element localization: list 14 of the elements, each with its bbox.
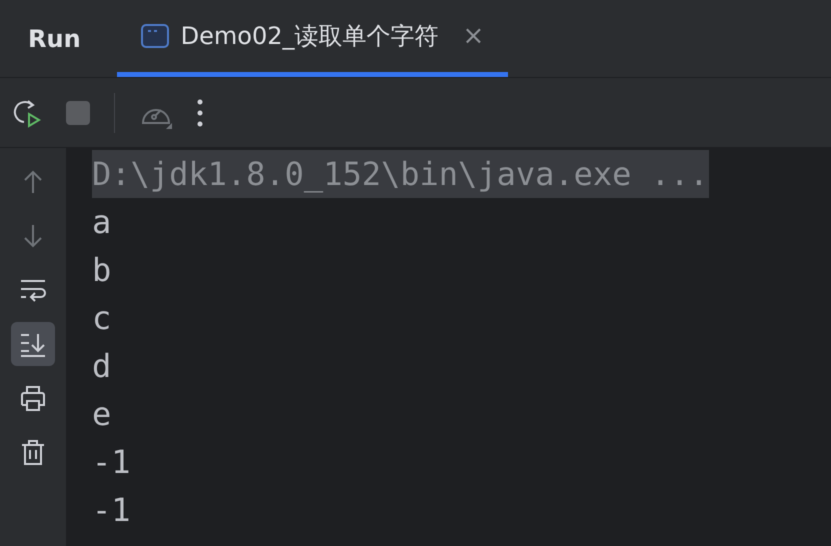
output-line: b: [92, 250, 112, 291]
more-icon[interactable]: [197, 98, 203, 126]
output-line: a: [92, 202, 112, 243]
output-line: c: [92, 298, 112, 339]
output-line: -1: [92, 442, 131, 483]
output-line: -1: [92, 490, 131, 531]
rerun-icon[interactable]: [12, 98, 42, 128]
console-icon: [140, 24, 169, 48]
output-line: e: [92, 394, 112, 435]
close-button[interactable]: ×: [462, 23, 484, 49]
panel-title: Run: [27, 24, 82, 54]
trash-icon[interactable]: [19, 438, 47, 466]
output-line: d: [92, 346, 112, 387]
printer-icon[interactable]: [19, 384, 47, 412]
